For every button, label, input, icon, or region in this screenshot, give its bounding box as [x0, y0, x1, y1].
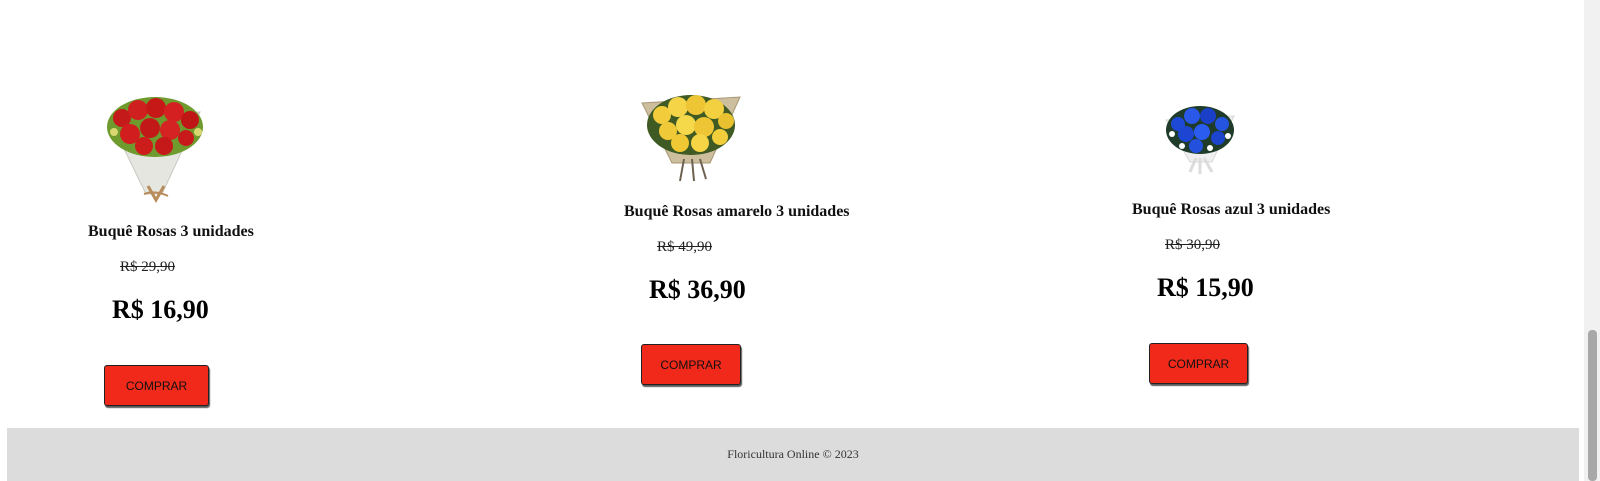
buy-button[interactable]: COMPRAR — [1149, 343, 1248, 384]
product-image-yellow-rose-bouquet — [640, 83, 742, 183]
product-card: Buquê Rosas 3 unidades R$ 29,90 R$ 16,90… — [0, 0, 500, 420]
product-image-blue-rose-bouquet — [1160, 94, 1240, 176]
product-old-price: R$ 29,90 — [120, 259, 176, 275]
product-name: Buquê Rosas azul 3 unidades — [1132, 201, 1331, 218]
buy-button[interactable]: COMPRAR — [641, 344, 741, 385]
product-price: R$ 15,90 — [1157, 273, 1254, 302]
product-name: Buquê Rosas 3 unidades — [88, 223, 254, 240]
product-price: R$ 36,90 — [649, 275, 746, 304]
vertical-scrollbar[interactable] — [1584, 0, 1600, 481]
buy-button[interactable]: COMPRAR — [104, 365, 209, 406]
product-old-price: R$ 49,90 — [657, 239, 713, 255]
product-old-price: R$ 30,90 — [1165, 237, 1221, 253]
product-image-red-rose-bouquet — [100, 82, 210, 208]
scrollbar-thumb[interactable] — [1588, 330, 1597, 481]
page: Buquê Rosas 3 unidades R$ 29,90 R$ 16,90… — [0, 0, 1584, 481]
product-card: Buquê Rosas azul 3 unidades R$ 30,90 R$ … — [1000, 0, 1500, 420]
product-name: Buquê Rosas amarelo 3 unidades — [624, 203, 850, 220]
footer: Floricultura Online © 2023 — [7, 428, 1579, 481]
footer-copyright: Floricultura Online © 2023 — [727, 447, 859, 461]
product-price: R$ 16,90 — [112, 295, 209, 324]
product-card: Buquê Rosas amarelo 3 unidades R$ 49,90 … — [500, 0, 1000, 420]
